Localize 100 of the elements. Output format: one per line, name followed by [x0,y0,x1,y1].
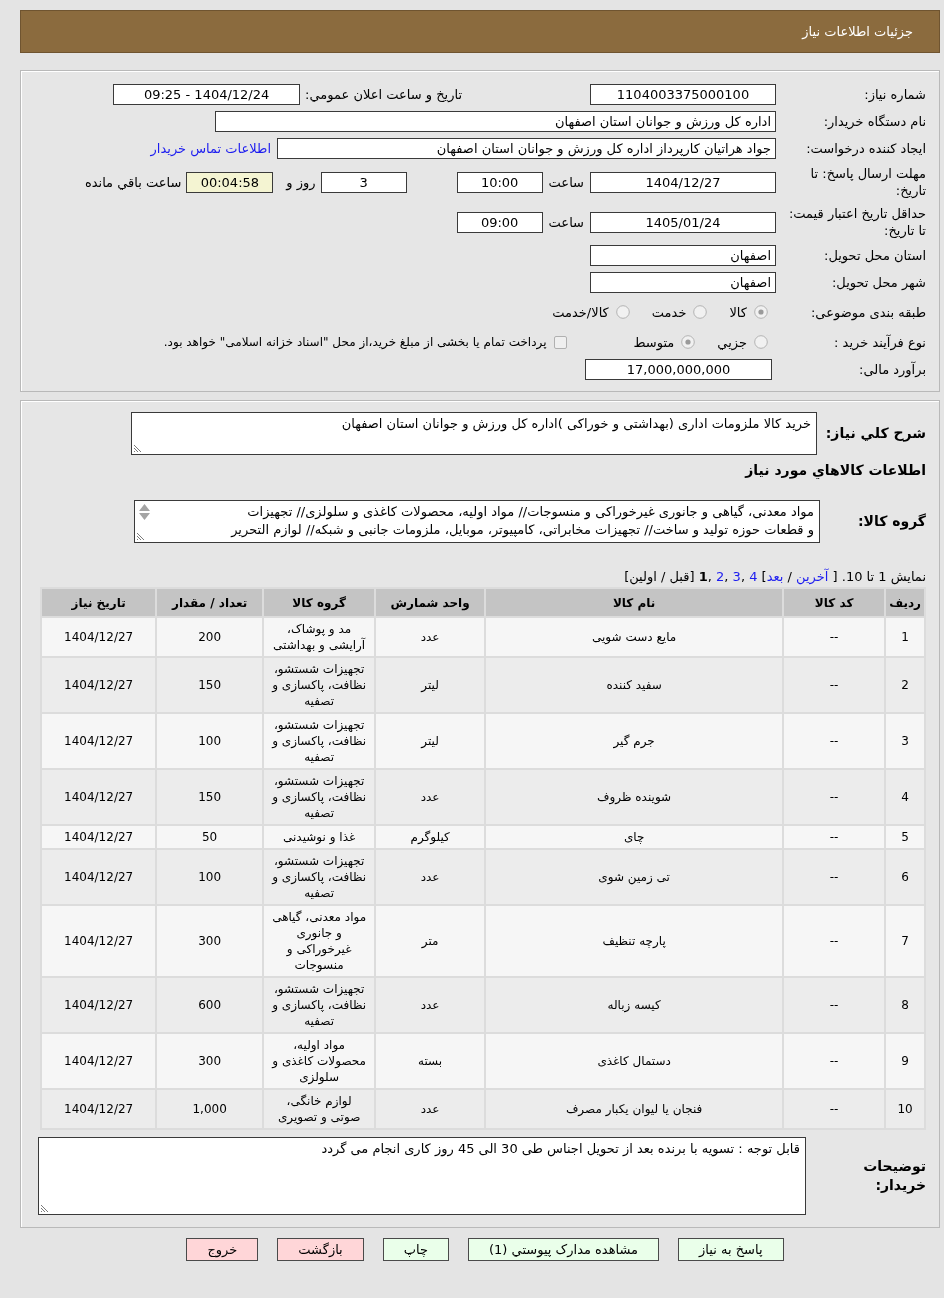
field-label: حداقل تاریخ اعتبار قیمت: تا تاریخ: [787,205,926,239]
need-date-cell: 1404/12/27 [41,617,157,657]
current-page[interactable]: 1 [698,569,708,584]
item-name-cell: مایع دست شویی [485,617,784,657]
remaining-time-label: ساعت باقي مانده [84,174,182,190]
pagination-text: , [707,569,712,584]
field-label: گروه کالا: [856,512,926,531]
column-header[interactable]: کد کالا [783,588,886,617]
quantity-cell: 200 [156,617,264,657]
pagination-link[interactable]: بعد [766,569,784,584]
item-code-cell: -- [783,849,886,905]
goods-group-line: مواد معدنی، گیاهی و جانوری غیرخوراکی و منسوجات// مواد اولیه، محصولات کاغذی و سلولزی// تجهیزات [246,503,814,521]
column-header[interactable]: گروه کالا [263,588,376,617]
need-date-cell: 1404/12/27 [41,713,157,769]
treasury-payment-checkbox[interactable]: پرداخت تمام یا بخشی از مبلغ خرید،از محل "اسناد خزانه اسلامی" خواهد بود. [163,335,568,349]
pagination-text: , [724,569,729,584]
unit-cell: متر [375,905,486,977]
column-header[interactable]: تاریخ نیاز [41,588,157,617]
requester-field[interactable]: جواد هراتیان کارپرداز اداره کل ورزش و جوانان استان اصفهان [277,138,776,159]
page-link[interactable]: 4 [749,569,758,584]
item-name-cell: سفید کننده [485,657,784,713]
price-validity-date-field[interactable]: 1405/01/24 [590,211,776,233]
item-code-cell: -- [783,657,886,713]
description-textarea[interactable]: خرید کالا ملزومات اداری (بهداشتی و خوراکی )اداره کل ورزش و جوانان استان اصفهان [131,412,817,455]
radio-icon[interactable] [681,335,696,349]
form-button[interactable]: بازگشت [277,1238,364,1261]
resize-grip-icon[interactable] [137,532,145,540]
section-heading: اطلاعات کالاهاي مورد نیاز [743,462,926,478]
scroll-up-arrow-icon[interactable] [139,504,150,511]
row-number-cell: 1 [885,617,925,657]
item-name-cell: پارچه تنظیف [485,905,784,977]
form-button[interactable]: مشاهده مدارک پیوستي (1) [468,1238,660,1261]
row-number-cell: 6 [885,849,925,905]
radio-icon[interactable] [693,305,708,319]
time-label: ساعت [548,174,584,190]
goods-group-textarea[interactable]: مواد معدنی، گیاهی و جانوری غیرخوراکی و منسوجات// مواد اولیه، محصولات کاغذی و سلولزی// تجهیزات و قطعات حوزه تولید و ساخت// تجهیزات مخابراتی، کامپیوتر، موبایل، ملزومات جانبی و شبکه// لوازم التحریر [134,500,820,543]
page-link[interactable]: 3 [732,569,741,584]
buyer-notes-textarea[interactable]: قابل توجه : تسویه با برنده بعد از تحویل اجناس طی 30 الی 45 روز کاری انجام می گردد [38,1137,806,1215]
buyer-contact-link[interactable]: اطلاعات تماس خریدار [150,141,271,156]
item-code-cell: -- [783,713,886,769]
form-button[interactable]: خروج [186,1238,259,1261]
field-label: طبقه بندی موضوعی: [809,303,926,321]
page-title: جزئیات اطلاعات نیاز [802,24,913,39]
field-label: شرح کلي نیاز: [824,424,926,443]
row-number-cell: 10 [885,1089,925,1129]
row-number-cell: 2 [885,657,925,713]
item-name-cell: تی زمین شوی [485,849,784,905]
item-code-cell: -- [783,1033,886,1089]
pagination-text: / [787,569,792,584]
column-header[interactable]: ردیف [885,588,925,617]
quantity-cell: 600 [156,977,264,1033]
pagination-text: [قبل / اولین] [624,569,695,584]
need-number-field[interactable]: 1104003375000100 [590,84,776,105]
unit-cell: عدد [375,849,486,905]
radio-icon[interactable] [754,305,768,319]
page-link[interactable]: 2 [716,569,725,584]
unit-cell: عدد [375,1089,486,1129]
days-label: روز و [286,174,316,190]
column-header[interactable]: واحد شمارش [375,588,486,617]
field-label: استان محل تحویل: [823,247,926,264]
process-radio-option[interactable]: متوسط [633,334,696,350]
row-number-cell: 3 [885,713,925,769]
form-button[interactable]: چاپ [382,1238,449,1261]
resize-grip-icon[interactable] [41,1204,49,1212]
price-validity-time-field[interactable]: 09:00 [456,211,543,233]
need-date-cell: 1404/12/27 [41,849,157,905]
category-radio-option[interactable]: کالا/خدمت [552,304,630,320]
field-label: شماره نیاز: [863,86,926,103]
item-code-cell: -- [783,905,886,977]
checkbox-icon[interactable] [554,335,568,349]
form-button[interactable]: پاسخ به نیاز [678,1238,784,1261]
pagination-link[interactable]: آخرین [796,569,829,584]
item-name-cell: کیسه زباله [485,977,784,1033]
unit-cell: بسته [375,1033,486,1089]
need-date-cell: 1404/12/27 [41,905,157,977]
category-radio-option[interactable]: خدمت [651,304,708,320]
item-name-cell: فنجان یا لیوان یکبار مصرف [485,1089,784,1129]
need-date-cell: 1404/12/27 [41,1033,157,1089]
row-number-cell: 7 [885,905,925,977]
deadline-date-field[interactable]: 1404/12/27 [590,171,776,193]
delivery-city-field[interactable]: اصفهان [590,272,776,293]
delivery-province-field[interactable]: اصفهان [590,245,776,266]
field-label: برآورد مالی: [858,361,926,378]
column-header[interactable]: نام کالا [485,588,784,617]
radio-icon[interactable] [754,335,768,349]
resize-grip-icon[interactable] [134,444,142,452]
budget-field[interactable]: 17,000,000,000 [585,359,772,380]
announcement-datetime-field[interactable]: 1404/12/24 - 09:25 [113,84,301,105]
remaining-time-field[interactable]: 00:04:58 [186,171,274,193]
days-field[interactable]: 3 [320,171,407,193]
need-date-cell: 1404/12/27 [41,657,157,713]
deadline-time-field[interactable]: 10:00 [456,171,543,193]
radio-icon[interactable] [615,305,630,319]
process-radio-option[interactable]: جزيي [717,334,768,350]
category-radio-option[interactable]: کالا [729,304,768,320]
scroll-down-arrow-icon[interactable] [139,513,150,520]
column-header[interactable]: تعداد / مقدار [156,588,264,617]
item-group-cell: تجهیزات شستشو، نظافت، پاکسازی و تصفیه [263,713,376,769]
buyer-organization-field[interactable]: اداره کل ورزش و جوانان استان اصفهان [215,111,776,132]
field-label: نام دستگاه خریدار: [822,113,926,130]
